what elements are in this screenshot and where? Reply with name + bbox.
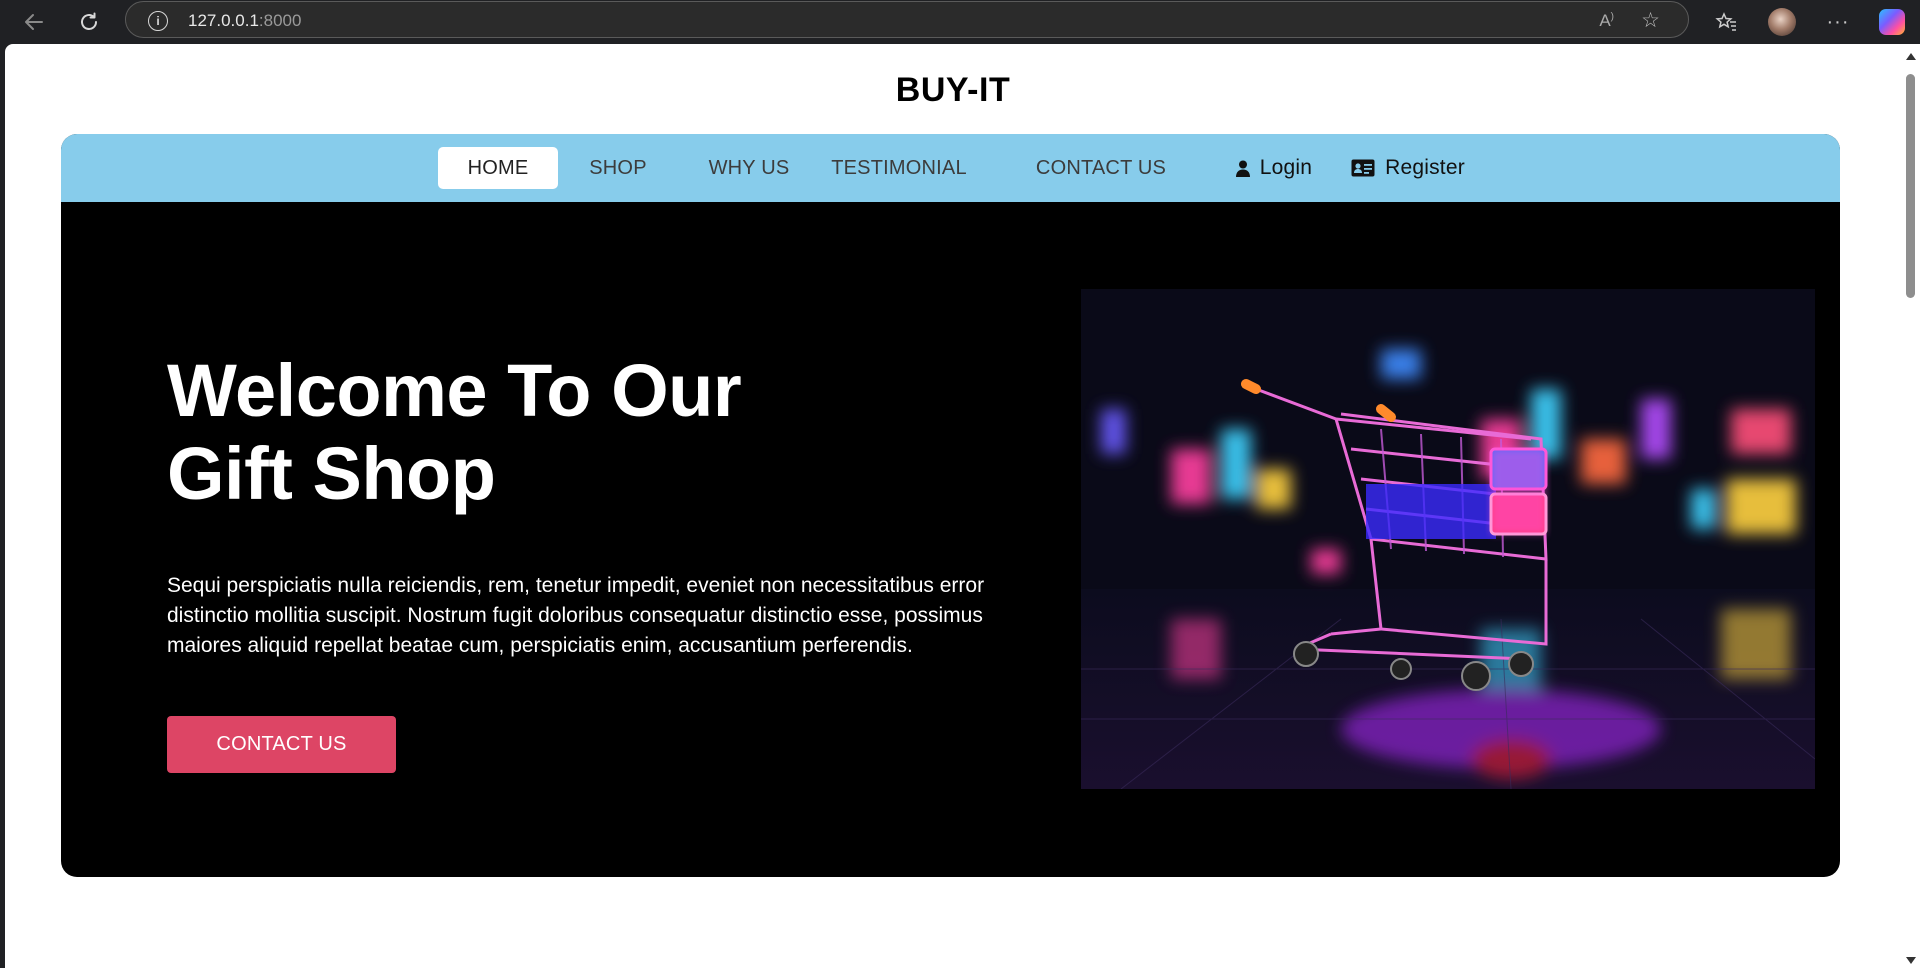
neon-shopping-cart-illustration <box>1081 289 1815 789</box>
back-button[interactable] <box>18 6 50 38</box>
back-arrow-icon <box>25 14 43 30</box>
scrollbar-thumb[interactable] <box>1906 74 1915 298</box>
favorites-list-icon[interactable] <box>1710 6 1742 38</box>
id-card-icon <box>1351 159 1375 177</box>
profile-avatar[interactable] <box>1766 6 1798 38</box>
read-aloud-icon[interactable]: A) <box>1599 11 1614 31</box>
nav-item-home[interactable]: HOME <box>438 147 558 189</box>
site-brand[interactable]: BUY-IT <box>5 71 1901 110</box>
site-info-icon[interactable]: i <box>148 11 168 31</box>
hero-description: Sequi perspiciatis nulla reiciendis, rem… <box>167 574 985 657</box>
hero-title: Welcome To Our Gift Shop <box>167 349 742 515</box>
more-options-icon[interactable]: ··· <box>1822 6 1854 38</box>
register-link[interactable]: Register <box>1323 147 1493 189</box>
address-bar[interactable]: i 127.0.0.1:8000 A) ☆ <box>125 1 1689 38</box>
url-text: 127.0.0.1:8000 <box>188 11 302 30</box>
hero-title-line-2: Gift Shop <box>167 432 496 515</box>
login-link[interactable]: Login <box>1209 147 1339 189</box>
reload-button[interactable] <box>73 6 105 38</box>
login-label: Login <box>1259 156 1313 179</box>
nav-item-testimonial[interactable]: TESTIMONIAL <box>824 147 974 189</box>
shopping-cart-image <box>1081 289 1815 789</box>
reload-icon <box>81 12 97 30</box>
register-label: Register <box>1385 156 1465 179</box>
page-scrollbar[interactable] <box>1901 44 1920 968</box>
copilot-icon[interactable] <box>1876 6 1908 38</box>
user-icon <box>1235 160 1250 177</box>
nav-item-shop[interactable]: SHOP <box>563 147 673 189</box>
contact-us-button[interactable]: CONTACT US <box>167 716 396 773</box>
scroll-down-icon[interactable] <box>1906 957 1916 964</box>
nav-item-why-us[interactable]: WHY US <box>689 147 809 189</box>
browser-toolbar: i 127.0.0.1:8000 A) ☆ ··· <box>0 0 1920 44</box>
nav-item-contact-us[interactable]: CONTACT US <box>1016 147 1186 189</box>
scroll-up-icon[interactable] <box>1906 53 1916 60</box>
favorite-star-icon[interactable]: ☆ <box>1641 8 1660 33</box>
hero-title-line-1: Welcome To Our <box>167 349 742 432</box>
main-navbar: HOME SHOP WHY US TESTIMONIAL CONTACT US … <box>61 134 1840 202</box>
hero-section: HOME SHOP WHY US TESTIMONIAL CONTACT US … <box>61 134 1840 877</box>
page-viewport: BUY-IT HOME SHOP WHY US TESTIMONIAL CONT… <box>5 44 1901 968</box>
